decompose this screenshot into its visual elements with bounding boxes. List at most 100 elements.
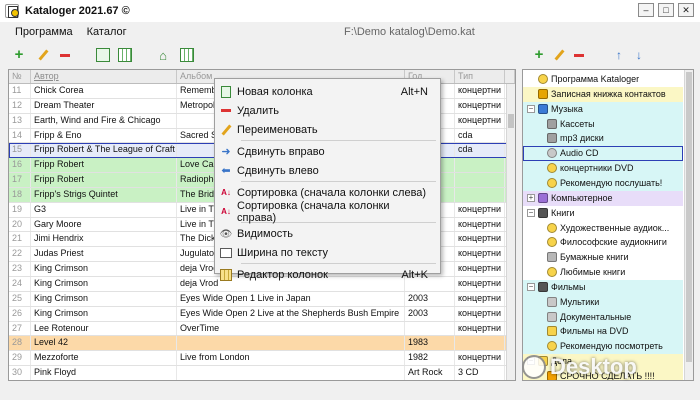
row-number[interactable]: 25 xyxy=(9,291,31,306)
author-cell[interactable]: King Crimson xyxy=(31,262,177,276)
type-cell[interactable]: концертни xyxy=(455,84,505,98)
tree-node[interactable]: концертники DVD xyxy=(523,161,683,175)
tree-node[interactable]: + Компьютерное xyxy=(523,191,683,205)
table-row[interactable]: 25 King Crimson Eyes Wide Open 1 Live in J… xyxy=(9,291,515,307)
author-cell[interactable]: Pink Floyd xyxy=(31,366,177,380)
table-scrollbar[interactable] xyxy=(506,84,515,380)
tree-node[interactable]: Фильмы на DVD xyxy=(523,324,683,338)
album-cell[interactable]: Live from London xyxy=(177,351,405,366)
table-row[interactable]: 30 Pink Floyd Art Rock 3 CD xyxy=(9,366,515,380)
type-cell[interactable]: концертни xyxy=(455,351,505,366)
row-number[interactable]: 14 xyxy=(9,128,31,143)
type-cell[interactable]: концертни xyxy=(455,291,505,306)
tree-node[interactable]: Рекомендую посмотреть xyxy=(523,339,683,353)
row-number[interactable]: 21 xyxy=(9,232,31,247)
collapse-icon[interactable]: − xyxy=(527,104,535,113)
table-row[interactable]: 27 Lee Rotenour OverTime концертни xyxy=(9,321,515,337)
tree-node[interactable]: Программа Kataloger xyxy=(523,72,683,86)
table-row[interactable]: 29 Mezzoforte Live from London 1982 концертн… xyxy=(9,351,515,367)
tree-node[interactable]: Художественные аудиок... xyxy=(523,221,683,235)
type-cell[interactable]: концертни xyxy=(455,217,505,232)
author-cell[interactable]: Earth, Wind and Fire & Chicago xyxy=(31,113,177,128)
type-cell[interactable]: 3 CD xyxy=(455,366,505,380)
maximize-button[interactable]: □ xyxy=(658,3,674,17)
header-type[interactable]: Тип xyxy=(455,70,505,83)
row-number[interactable]: 18 xyxy=(9,187,31,202)
type-cell[interactable] xyxy=(455,187,505,202)
collapse-icon[interactable]: − xyxy=(527,282,535,291)
type-cell[interactable]: концертни xyxy=(455,247,505,262)
tree-node[interactable]: Записная книжка контактов xyxy=(523,87,683,101)
context-menu-item[interactable]: A↓ Сортировка (сначала колонки справа) xyxy=(215,200,440,224)
header-extra[interactable] xyxy=(505,70,515,83)
album-cell[interactable]: Eyes Wide Open 2 Live at the Shepherds B… xyxy=(177,306,405,321)
row-number[interactable]: 27 xyxy=(9,321,31,336)
column-document-icon[interactable] xyxy=(96,48,110,62)
expand-icon[interactable]: + xyxy=(527,193,535,202)
header-number[interactable]: № xyxy=(9,70,31,83)
table-row[interactable]: 28 Level 42 1983 xyxy=(9,336,515,352)
author-cell[interactable]: Level 42 xyxy=(31,336,177,351)
close-button[interactable]: ✕ xyxy=(678,3,694,17)
tree-node[interactable]: mp3 диски xyxy=(523,131,683,145)
context-menu-item[interactable]: Удалить xyxy=(215,101,440,120)
tree-node[interactable]: Бумажные книги xyxy=(523,250,683,264)
author-cell[interactable]: King Crimson xyxy=(31,291,177,306)
year-cell[interactable]: 1982 xyxy=(405,351,455,366)
tree-node[interactable]: Рекомендую послушать! xyxy=(523,176,683,190)
tree-scroll-thumb[interactable] xyxy=(686,72,692,362)
type-cell[interactable]: концертни xyxy=(455,262,505,276)
row-number[interactable]: 23 xyxy=(9,262,31,276)
row-number[interactable]: 30 xyxy=(9,366,31,380)
type-cell[interactable] xyxy=(455,158,505,173)
move-up-icon[interactable]: ↑ xyxy=(612,48,626,62)
tree-node[interactable]: Мультики xyxy=(523,295,683,309)
type-cell[interactable]: концертни xyxy=(455,321,505,336)
year-cell[interactable]: Art Rock xyxy=(405,366,455,380)
tree-node[interactable]: Audio CD xyxy=(523,146,683,160)
author-cell[interactable]: Fripp Robert xyxy=(31,158,177,173)
tree-node[interactable]: Документальные xyxy=(523,310,683,324)
home-icon[interactable] xyxy=(156,48,170,62)
row-number[interactable]: 16 xyxy=(9,158,31,173)
author-cell[interactable]: King Crimson xyxy=(31,306,177,321)
type-cell[interactable]: концертни xyxy=(455,113,505,128)
author-cell[interactable]: Gary Moore xyxy=(31,217,177,232)
year-cell[interactable] xyxy=(405,321,455,336)
author-cell[interactable]: Mezzoforte xyxy=(31,351,177,366)
context-menu-item[interactable]: Видимость xyxy=(215,224,440,243)
minimize-button[interactable]: – xyxy=(638,3,654,17)
row-number[interactable]: 29 xyxy=(9,351,31,366)
author-cell[interactable]: Lee Rotenour xyxy=(31,321,177,336)
row-number[interactable]: 17 xyxy=(9,173,31,187)
column-grid-icon[interactable] xyxy=(118,48,132,62)
collapse-icon[interactable]: − xyxy=(527,208,535,217)
author-cell[interactable]: Dream Theater xyxy=(31,98,177,113)
context-menu-item[interactable]: Редактор колонок Alt+K xyxy=(215,265,440,284)
row-number[interactable]: 22 xyxy=(9,247,31,262)
add-record-icon[interactable] xyxy=(12,48,26,62)
row-number[interactable]: 12 xyxy=(9,98,31,113)
row-number[interactable]: 11 xyxy=(9,84,31,98)
row-number[interactable]: 28 xyxy=(9,336,31,351)
edit-record-icon[interactable] xyxy=(36,48,50,62)
author-cell[interactable]: King Crimson xyxy=(31,276,177,291)
move-down-icon[interactable]: ↓ xyxy=(632,48,646,62)
type-cell[interactable] xyxy=(455,336,505,351)
album-cell[interactable] xyxy=(177,336,405,351)
row-number[interactable]: 20 xyxy=(9,217,31,232)
row-number[interactable]: 15 xyxy=(9,143,31,158)
delete-record-icon[interactable] xyxy=(58,48,72,62)
tree-node[interactable]: Философские аудиокниги xyxy=(523,235,683,249)
author-cell[interactable]: Chick Corea xyxy=(31,84,177,98)
tree-scrollbar[interactable] xyxy=(684,70,693,380)
delete-folder-icon[interactable] xyxy=(572,48,586,62)
row-number[interactable]: 13 xyxy=(9,113,31,128)
context-menu-item[interactable]: Ширина по тексту xyxy=(215,243,440,262)
type-cell[interactable]: концертни xyxy=(455,306,505,321)
author-cell[interactable]: Fripp's Strigs Quintet xyxy=(31,187,177,202)
type-cell[interactable]: концертни xyxy=(455,202,505,217)
tree-node[interactable]: − Фильмы xyxy=(523,280,683,294)
author-cell[interactable]: Fripp & Eno xyxy=(31,128,177,143)
context-menu-item[interactable]: Новая колонка Alt+N xyxy=(215,82,440,101)
